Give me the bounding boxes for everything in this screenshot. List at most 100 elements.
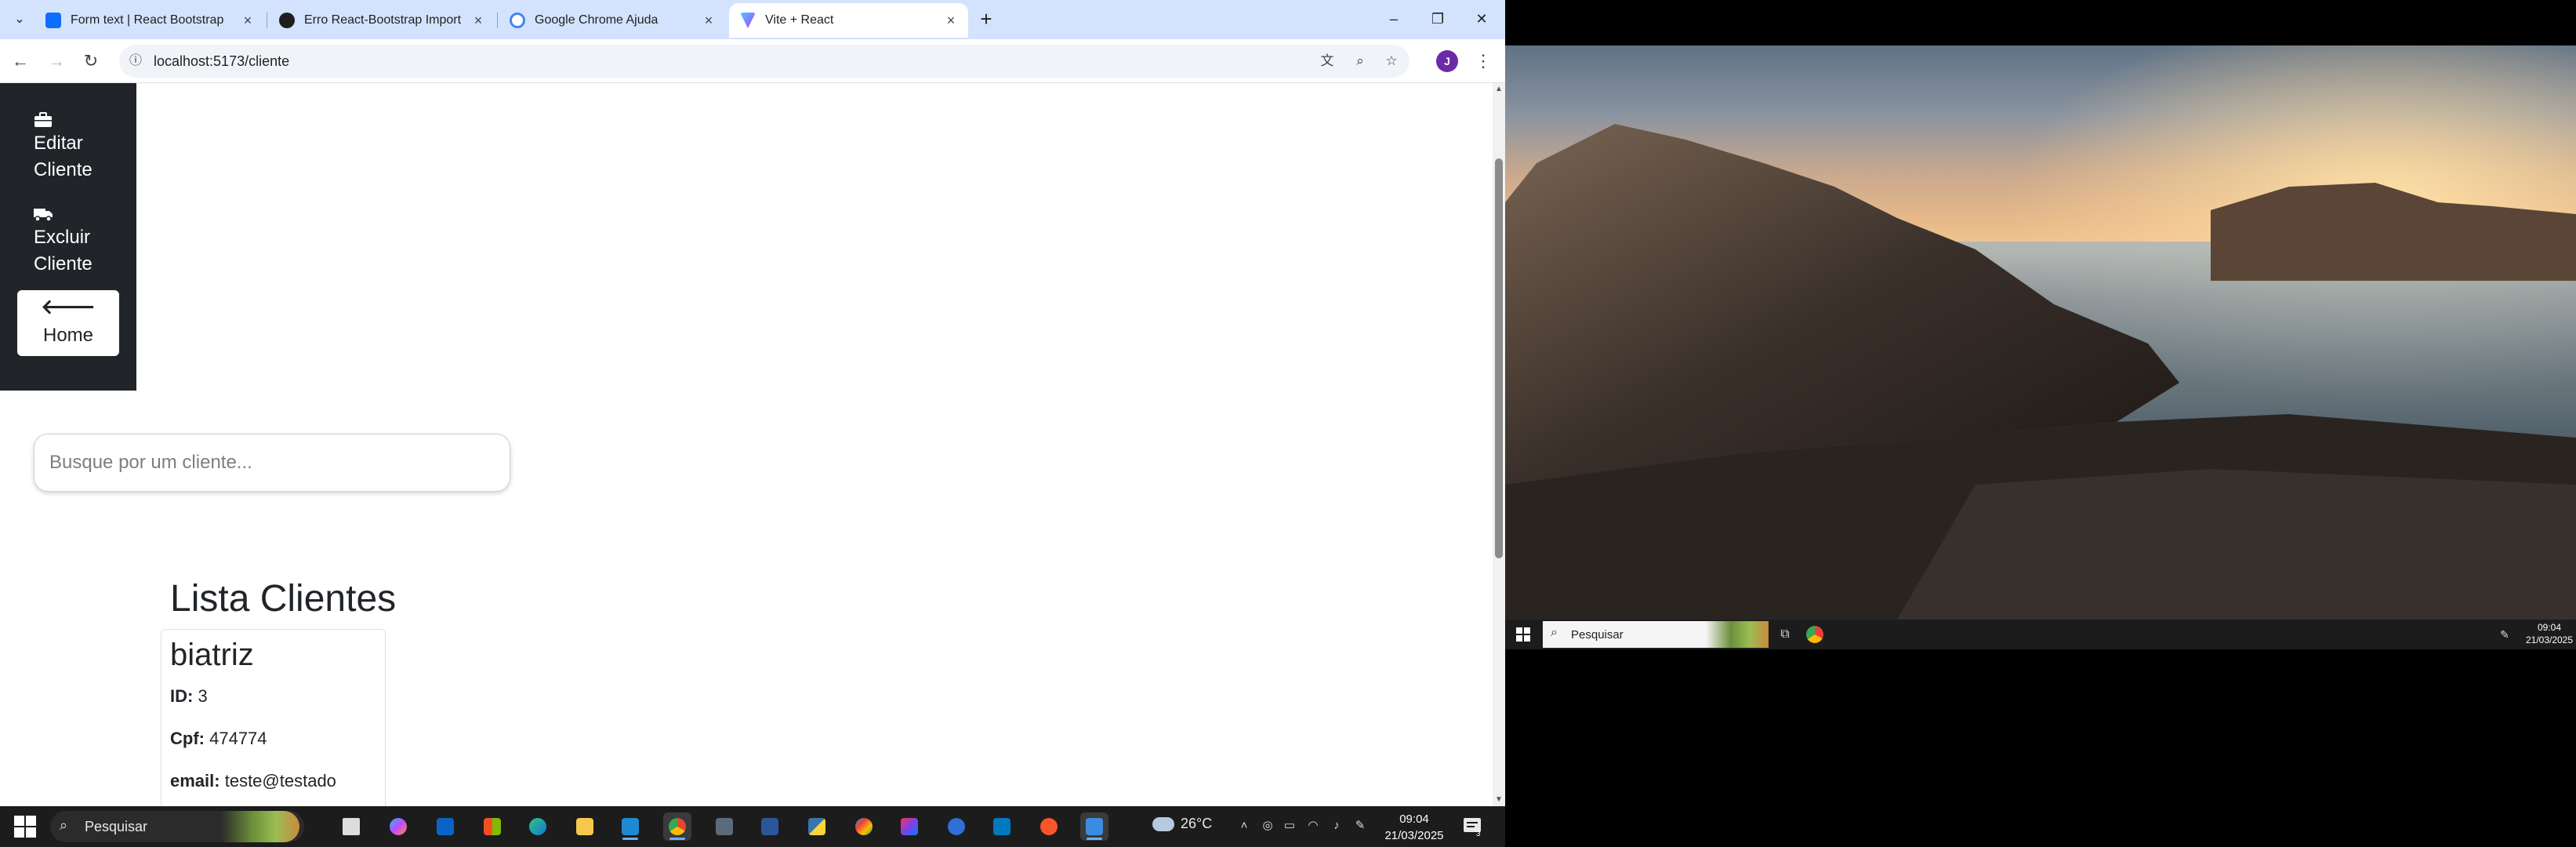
minimize-button[interactable]: – [1372, 0, 1416, 38]
trello-icon[interactable] [988, 812, 1016, 841]
windows-start-icon[interactable] [1516, 627, 1530, 642]
secondary-monitor: ⌕ Pesquisar ⧉ ✎ 09:04 21/03/2025 [1505, 0, 2576, 847]
back-button[interactable]: ← [8, 49, 33, 74]
page-title: Lista Clientes [170, 578, 397, 620]
taskbar-clock[interactable]: 09:04 21/03/2025 [1375, 811, 1453, 844]
calculator-icon[interactable] [710, 812, 738, 841]
taskbar-search[interactable]: ⌕ Pesquisar [50, 811, 304, 842]
google-favicon-icon [510, 13, 525, 28]
site-info-icon[interactable]: ⓘ [125, 51, 146, 71]
client-email-row: email: teste@testado [170, 771, 336, 791]
search-highlight-image [221, 811, 299, 842]
wifi-icon[interactable]: ◠ [1304, 817, 1322, 834]
search-highlight-image [1706, 621, 1769, 648]
reload-icon: ↻ [83, 51, 99, 71]
browser-toolbar: ← → ↻ ⓘ localhost:5173/cliente 文 ⌕ ☆ J ⋮ [0, 39, 1505, 83]
pen-icon[interactable]: ✎ [2498, 627, 2512, 642]
sidebar-item-label: Editar [34, 133, 83, 154]
sidebar-item-editar-cliente[interactable]: Editar Cliente [0, 111, 136, 182]
secondary-clock[interactable]: 09:04 21/03/2025 [2524, 621, 2574, 646]
arrow-right-icon: → [48, 51, 65, 71]
tab-chrome-help[interactable]: Google Chrome Ajuda × [499, 3, 726, 38]
sidebar-item-excluir-cliente[interactable]: Excluir Cliente [0, 205, 136, 276]
scroll-down-arrow-icon[interactable]: ▼ [1493, 794, 1505, 806]
primary-monitor: ⌄ Form text | React Bootstrap × Erro Rea… [0, 0, 1505, 847]
close-tab-icon[interactable]: × [699, 11, 718, 30]
new-tab-button[interactable]: + [974, 8, 998, 31]
maps-icon[interactable] [850, 812, 878, 841]
clock-date: 21/03/2025 [2525, 634, 2574, 645]
edge-icon[interactable] [524, 812, 552, 841]
scroll-up-arrow-icon[interactable]: ▲ [1493, 83, 1505, 96]
address-bar[interactable]: ⓘ localhost:5173/cliente 文 ⌕ ☆ [119, 45, 1410, 78]
tab-vite-react[interactable]: Vite + React × [729, 3, 968, 38]
restore-button[interactable]: ❐ [1416, 0, 1460, 38]
meet-icon[interactable]: ◎ [1259, 817, 1276, 834]
arrow-left-icon: ← [12, 51, 29, 71]
coastal-rocks-image [1505, 45, 2576, 620]
tab-title: Vite + React [765, 13, 834, 27]
forward-button[interactable]: → [44, 49, 69, 74]
tab-erro-import[interactable]: Erro React-Bootstrap Import × [268, 3, 495, 38]
close-tab-icon[interactable]: × [469, 11, 488, 30]
clock-date: 21/03/2025 [1384, 829, 1444, 842]
openai-favicon-icon [279, 13, 295, 28]
intellij-icon[interactable] [895, 812, 923, 841]
page-viewport: Editar Cliente Excluir Cliente 🡐 Home Bu… [0, 83, 1493, 806]
bootstrap-favicon-icon [45, 13, 61, 28]
windows-start-icon[interactable] [13, 814, 38, 839]
weather-temp: 26°C [1181, 816, 1213, 831]
search-icon: ⌕ [60, 817, 68, 833]
chevron-up-icon[interactable]: ˄ [1235, 817, 1253, 834]
profile-avatar[interactable]: J [1436, 50, 1458, 72]
secondary-taskbar-search[interactable]: ⌕ Pesquisar [1543, 621, 1769, 648]
chrome-icon[interactable] [663, 812, 691, 841]
sidebar-item-label: Excluir [34, 227, 91, 248]
star-icon[interactable]: ☆ [1380, 50, 1403, 72]
brave-icon[interactable] [1035, 812, 1063, 841]
task-view-icon[interactable]: ⧉ [1776, 626, 1794, 643]
search-input[interactable] [34, 434, 510, 492]
pen-icon[interactable]: ✎ [1351, 817, 1369, 834]
zoom-icon[interactable]: ⌕ [1348, 50, 1372, 72]
weather-widget[interactable]: 26°C [1152, 816, 1212, 832]
file-explorer-icon[interactable] [571, 812, 599, 841]
tab-form-text[interactable]: Form text | React Bootstrap × [34, 3, 265, 38]
home-label: Home [42, 325, 94, 346]
page-scrollbar[interactable]: ▲ ▼ [1493, 83, 1505, 806]
close-tab-icon[interactable]: × [238, 11, 257, 30]
tab-title: Erro React-Bootstrap Import [304, 13, 462, 27]
python-icon[interactable] [803, 812, 831, 841]
copilot-icon[interactable] [384, 812, 412, 841]
cpf-label: Cpf: [170, 729, 205, 748]
secondary-search-label: Pesquisar [1571, 628, 1624, 642]
store-icon[interactable] [478, 812, 506, 841]
app-blue-icon[interactable] [942, 812, 971, 841]
kebab-menu-icon[interactable]: ⋮ [1472, 49, 1494, 74]
vscode-icon[interactable] [616, 812, 644, 841]
tab-search-button[interactable]: ⌄ [8, 8, 31, 31]
sidebar: Editar Cliente Excluir Cliente 🡐 Home [0, 83, 136, 391]
chrome-icon[interactable] [1806, 626, 1823, 643]
reload-button[interactable]: ↻ [78, 49, 103, 74]
close-tab-icon[interactable]: × [942, 11, 960, 30]
active-app-icon[interactable] [1080, 812, 1108, 841]
word-icon[interactable] [756, 812, 784, 841]
close-window-button[interactable]: ✕ [1460, 0, 1504, 38]
email-label: email: [170, 771, 220, 791]
cloud-icon [1152, 817, 1174, 832]
tab-divider [497, 13, 498, 28]
secondary-taskbar: ⌕ Pesquisar ⧉ ✎ 09:04 21/03/2025 [1505, 620, 2576, 649]
outlook-icon[interactable] [431, 812, 459, 841]
battery-icon[interactable]: ▭ [1281, 817, 1298, 834]
vite-favicon-icon [740, 13, 756, 28]
translate-icon[interactable]: 文 [1315, 50, 1339, 72]
home-button[interactable]: 🡐 Home [17, 290, 119, 356]
scroll-thumb[interactable] [1495, 158, 1503, 558]
arrow-left-icon: 🡐 [41, 295, 96, 318]
sidebar-item-label: Cliente [34, 253, 93, 274]
client-name: biatriz [170, 638, 254, 672]
notification-icon[interactable]: 3 [1461, 816, 1485, 838]
task-view-icon[interactable] [337, 812, 365, 841]
volume-icon[interactable]: ♪ [1328, 817, 1345, 834]
